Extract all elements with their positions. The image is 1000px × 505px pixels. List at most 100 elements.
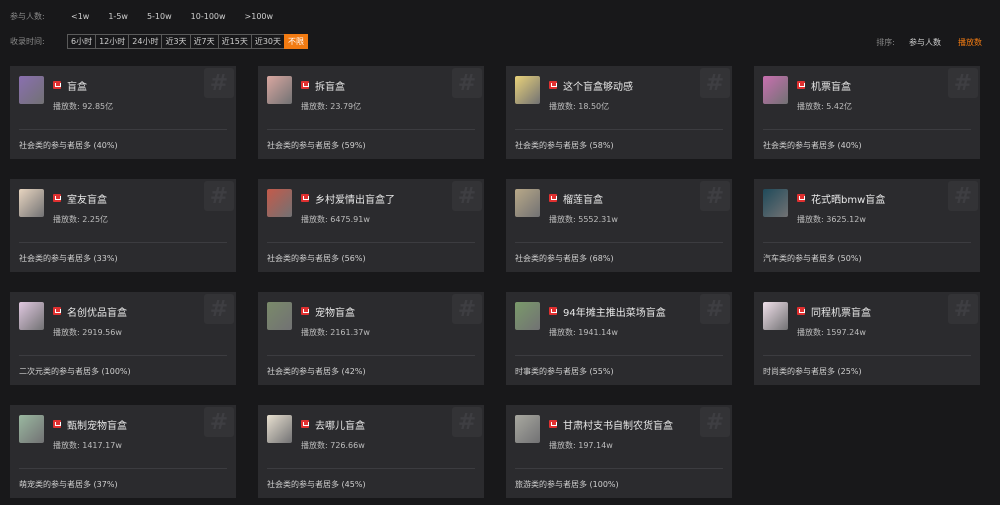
topic-badge-icon xyxy=(301,194,309,202)
topic-thumbnail xyxy=(267,415,292,443)
topic-thumbnail xyxy=(763,189,788,217)
hashtag-watermark-icon: # xyxy=(452,407,482,437)
topic-views: 播放数: 1597.24w xyxy=(797,328,866,337)
topic-thumbnail xyxy=(19,189,44,217)
topic-audience: 社会类的参与者居多 (56%) xyxy=(267,254,366,263)
topic-card[interactable]: # 拆盲盒 播放数: 23.79亿 社会类的参与者居多 (59%) xyxy=(258,66,484,159)
time-option[interactable]: 近7天 xyxy=(189,34,218,49)
topic-card[interactable]: # 机票盲盒 播放数: 5.42亿 社会类的参与者居多 (40%) xyxy=(754,66,980,159)
topic-title[interactable]: 盲盒 xyxy=(67,78,87,93)
card-divider xyxy=(19,129,227,130)
participants-option[interactable]: >100w xyxy=(245,12,274,21)
time-option[interactable]: 近30天 xyxy=(250,34,285,49)
sort-option-participants[interactable]: 参与人数 xyxy=(909,37,941,48)
topic-badge-icon xyxy=(549,420,557,428)
hashtag-watermark-icon: # xyxy=(948,68,978,98)
topic-audience: 二次元类的参与者居多 (100%) xyxy=(19,367,131,376)
topic-thumbnail xyxy=(515,415,540,443)
participants-option[interactable]: 5-10w xyxy=(147,12,172,21)
hashtag-watermark-icon: # xyxy=(700,294,730,324)
topic-title[interactable]: 拆盲盒 xyxy=(315,78,345,93)
topic-thumbnail xyxy=(515,189,540,217)
topic-audience: 社会类的参与者居多 (33%) xyxy=(19,254,118,263)
topic-title[interactable]: 同程机票盲盒 xyxy=(811,304,871,319)
time-option-selected[interactable]: 不限 xyxy=(284,34,309,49)
card-divider xyxy=(763,242,971,243)
topic-badge-icon xyxy=(797,307,805,315)
topic-card[interactable]: # 榴莲盲盒 播放数: 5552.31w 社会类的参与者居多 (68%) xyxy=(506,179,732,272)
topic-card[interactable]: # 去哪儿盲盒 播放数: 726.66w 社会类的参与者居多 (45%) xyxy=(258,405,484,498)
hashtag-watermark-icon: # xyxy=(204,294,234,324)
topic-title[interactable]: 这个盲盒够动感 xyxy=(563,78,633,93)
topic-badge-icon xyxy=(301,81,309,89)
topic-title[interactable]: 名创优品盲盒 xyxy=(67,304,127,319)
topic-title[interactable]: 甘肃村支书自制农货盲盒 xyxy=(563,417,673,432)
participants-option[interactable]: 10-100w xyxy=(191,12,226,21)
participants-option[interactable]: <1w xyxy=(71,12,89,21)
topic-title[interactable]: 室友盲盒 xyxy=(67,191,107,206)
topic-views: 播放数: 1417.17w xyxy=(53,441,122,450)
topic-title[interactable]: 甄制宠物盲盒 xyxy=(67,417,127,432)
time-filter-row: 收录时间: 6小时 12小时 24小时 近3天 近7天 近15天 近30天 不限 xyxy=(10,34,309,49)
sort-bar: 排序: 参与人数 播放数 xyxy=(876,36,982,49)
time-option[interactable]: 24小时 xyxy=(128,34,162,49)
topic-title[interactable]: 花式晒bmw盲盒 xyxy=(811,191,885,206)
topic-audience: 社会类的参与者居多 (58%) xyxy=(515,141,614,150)
topic-card[interactable]: # 这个盲盒够动感 播放数: 18.50亿 社会类的参与者居多 (58%) xyxy=(506,66,732,159)
card-divider xyxy=(267,129,475,130)
time-option[interactable]: 12小时 xyxy=(95,34,129,49)
topic-views: 播放数: 197.14w xyxy=(549,441,613,450)
topic-card[interactable]: # 同程机票盲盒 播放数: 1597.24w 时尚类的参与者居多 (25%) xyxy=(754,292,980,385)
card-divider xyxy=(19,242,227,243)
topic-thumbnail xyxy=(763,302,788,330)
topic-title[interactable]: 榴莲盲盒 xyxy=(563,191,603,206)
sort-option-views[interactable]: 播放数 xyxy=(958,37,982,48)
time-option[interactable]: 近15天 xyxy=(217,34,251,49)
topic-audience: 社会类的参与者居多 (40%) xyxy=(19,141,118,150)
topic-card[interactable]: # 名创优品盲盒 播放数: 2919.56w 二次元类的参与者居多 (100%) xyxy=(10,292,236,385)
topic-badge-icon xyxy=(549,307,557,315)
time-filter-label: 收录时间: xyxy=(10,37,45,46)
topic-badge-icon xyxy=(301,420,309,428)
topic-card[interactable]: # 甘肃村支书自制农货盲盒 播放数: 197.14w 旅游类的参与者居多 (10… xyxy=(506,405,732,498)
sort-label: 排序: xyxy=(876,38,895,47)
topic-thumbnail xyxy=(267,76,292,104)
topic-audience: 社会类的参与者居多 (40%) xyxy=(763,141,862,150)
time-option[interactable]: 近3天 xyxy=(161,34,190,49)
topic-card[interactable]: # 室友盲盒 播放数: 2.25亿 社会类的参与者居多 (33%) xyxy=(10,179,236,272)
topic-views: 播放数: 2919.56w xyxy=(53,328,122,337)
card-divider xyxy=(515,242,723,243)
topic-card[interactable]: # 花式晒bmw盲盒 播放数: 3625.12w 汽车类的参与者居多 (50%) xyxy=(754,179,980,272)
topic-card[interactable]: # 乡村爱情出盲盒了 播放数: 6475.91w 社会类的参与者居多 (56%) xyxy=(258,179,484,272)
topic-audience: 社会类的参与者居多 (59%) xyxy=(267,141,366,150)
topic-views: 播放数: 5.42亿 xyxy=(797,102,853,111)
card-divider xyxy=(515,468,723,469)
topic-badge-icon xyxy=(797,81,805,89)
topic-views: 播放数: 2.25亿 xyxy=(53,215,109,224)
participants-option[interactable]: 1-5w xyxy=(108,12,128,21)
topic-card[interactable]: # 宠物盲盒 播放数: 2161.37w 社会类的参与者居多 (42%) xyxy=(258,292,484,385)
hashtag-watermark-icon: # xyxy=(204,68,234,98)
hashtag-watermark-icon: # xyxy=(204,407,234,437)
topic-title[interactable]: 94年摊主推出菜场盲盒 xyxy=(563,304,666,319)
topic-views: 播放数: 5552.31w xyxy=(549,215,618,224)
topic-audience: 社会类的参与者居多 (42%) xyxy=(267,367,366,376)
topic-audience: 萌宠类的参与者居多 (37%) xyxy=(19,480,118,489)
topic-thumbnail xyxy=(515,302,540,330)
topic-title[interactable]: 乡村爱情出盲盒了 xyxy=(315,191,395,206)
topic-audience: 旅游类的参与者居多 (100%) xyxy=(515,480,619,489)
time-filter-group: 6小时 12小时 24小时 近3天 近7天 近15天 近30天 不限 xyxy=(67,34,309,49)
time-option[interactable]: 6小时 xyxy=(67,34,96,49)
hashtag-watermark-icon: # xyxy=(204,181,234,211)
topic-title[interactable]: 宠物盲盒 xyxy=(315,304,355,319)
topic-audience: 时事类的参与者居多 (55%) xyxy=(515,367,614,376)
topic-title[interactable]: 机票盲盒 xyxy=(811,78,851,93)
topic-audience: 社会类的参与者居多 (68%) xyxy=(515,254,614,263)
hashtag-watermark-icon: # xyxy=(948,294,978,324)
topic-title[interactable]: 去哪儿盲盒 xyxy=(315,417,365,432)
topic-views: 播放数: 6475.91w xyxy=(301,215,370,224)
topic-card[interactable]: # 甄制宠物盲盒 播放数: 1417.17w 萌宠类的参与者居多 (37%) xyxy=(10,405,236,498)
topic-card[interactable]: # 盲盒 播放数: 92.85亿 社会类的参与者居多 (40%) xyxy=(10,66,236,159)
topic-card[interactable]: # 94年摊主推出菜场盲盒 播放数: 1941.14w 时事类的参与者居多 (5… xyxy=(506,292,732,385)
topic-thumbnail xyxy=(763,76,788,104)
